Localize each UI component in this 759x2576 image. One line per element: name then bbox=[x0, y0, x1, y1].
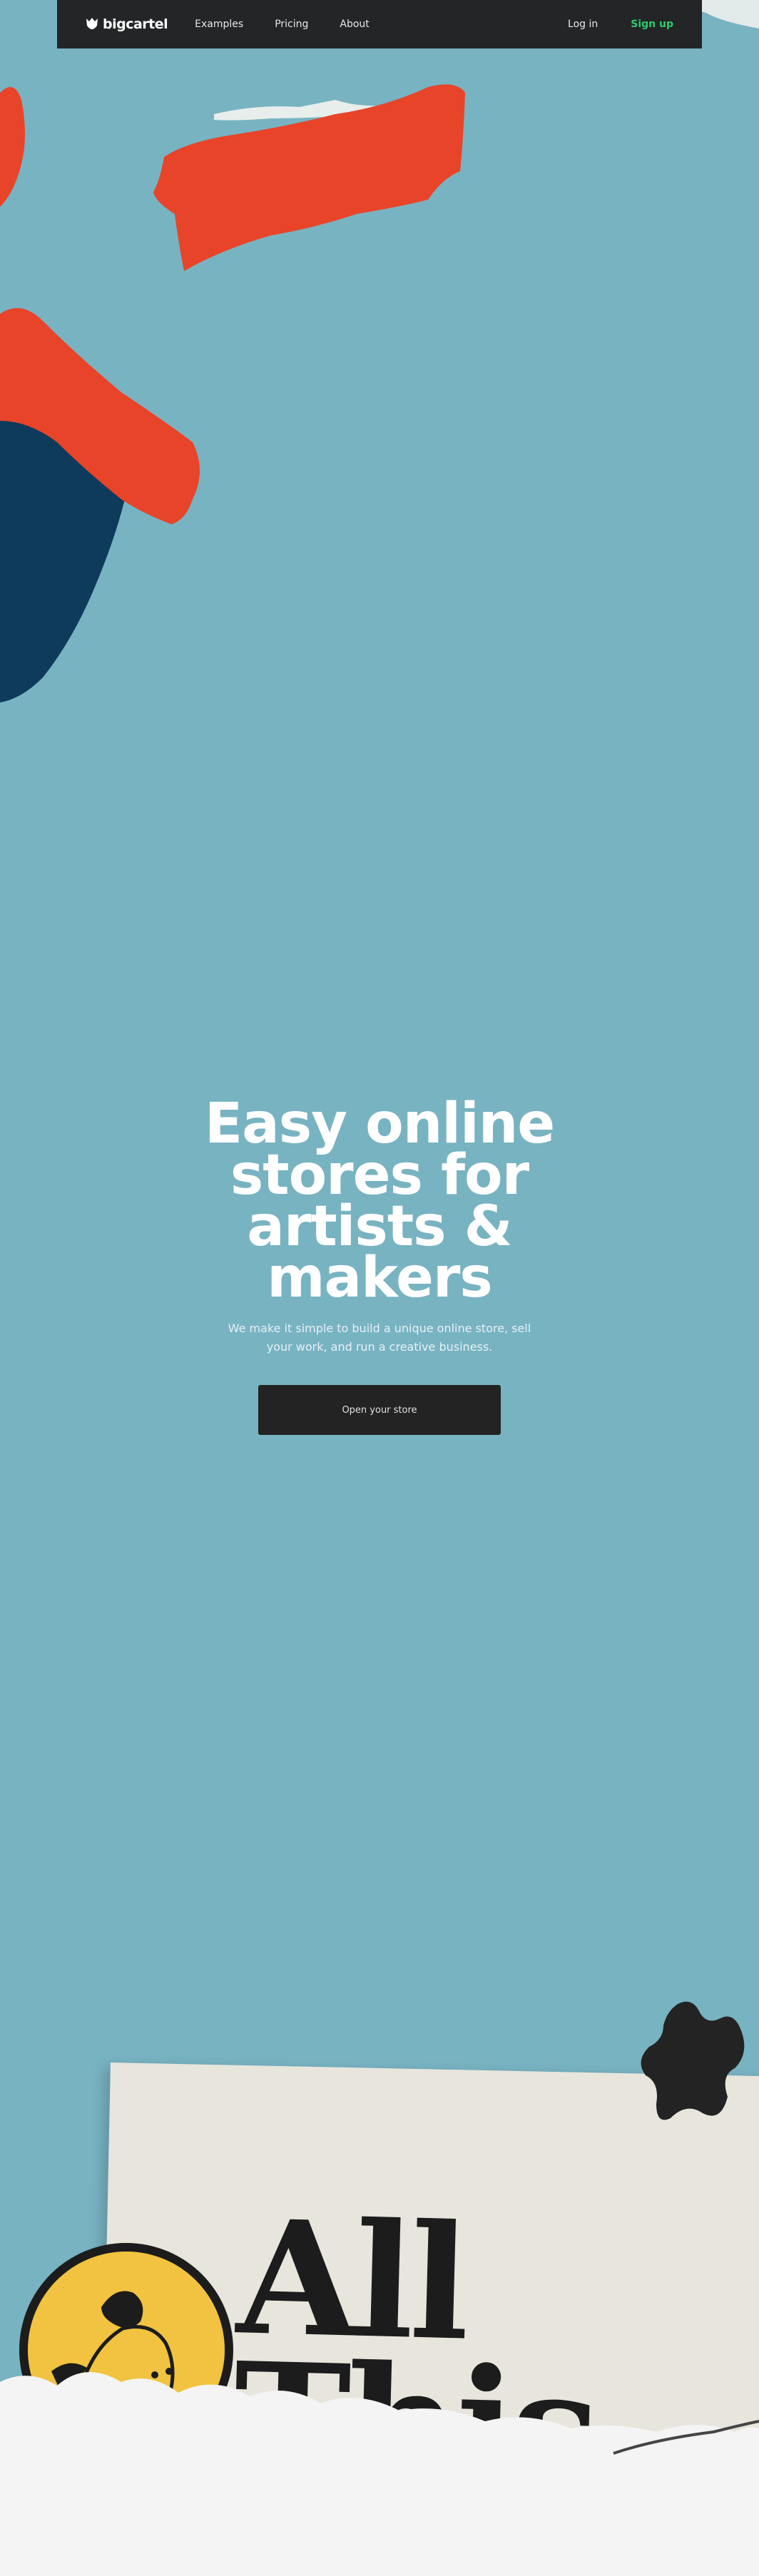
nav-link-about[interactable]: About bbox=[340, 19, 369, 30]
top-paint-collage bbox=[0, 0, 759, 702]
hero-section: Easy online stores for artists & makers … bbox=[0, 1092, 759, 1435]
hero-title: Easy online stores for artists & makers bbox=[204, 1092, 555, 1310]
logo-text: bigcartel bbox=[103, 16, 168, 32]
nav-link-examples[interactable]: Examples bbox=[195, 19, 243, 30]
login-link[interactable]: Log in bbox=[568, 19, 598, 30]
red-paint-left-top bbox=[0, 87, 25, 207]
nav-link-pricing[interactable]: Pricing bbox=[275, 19, 308, 30]
hero-subtitle: We make it simple to build a unique onli… bbox=[228, 1322, 531, 1354]
bigcartel-logo-icon bbox=[86, 18, 98, 29]
top-navbar: bigcartel Examples Pricing About Log in … bbox=[57, 0, 702, 48]
torn-paper-edge bbox=[0, 2372, 759, 2576]
bigcartel-logo[interactable]: bigcartel bbox=[86, 16, 168, 32]
signup-link[interactable]: Sign up bbox=[631, 19, 673, 30]
open-store-button[interactable]: Open your store bbox=[258, 1385, 501, 1435]
ink-splat-icon bbox=[641, 2001, 745, 2120]
